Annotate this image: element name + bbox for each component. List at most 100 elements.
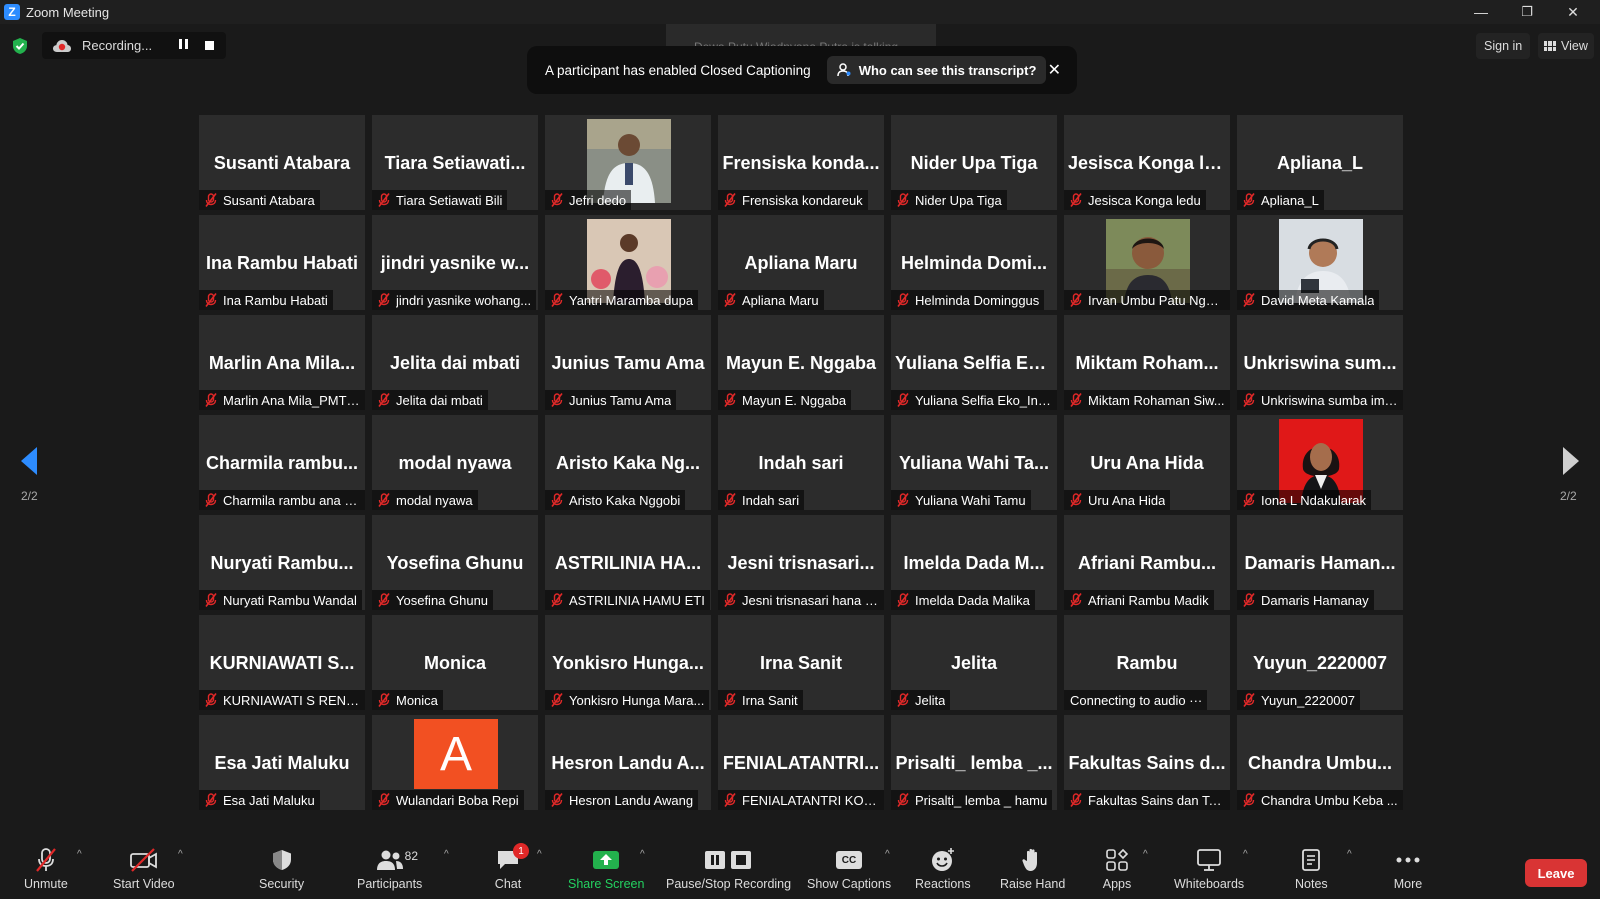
unmute-button[interactable]: Unmute bbox=[24, 847, 68, 891]
view-button[interactable]: View bbox=[1538, 33, 1594, 59]
audio-options-caret[interactable]: ^ bbox=[77, 849, 82, 860]
pause-recording-button[interactable] bbox=[176, 39, 190, 52]
notes-options-caret[interactable]: ^ bbox=[1347, 849, 1352, 860]
muted-mic-icon bbox=[897, 693, 909, 707]
share-options-caret[interactable]: ^ bbox=[640, 849, 645, 860]
participant-tile[interactable]: Uru Ana Hida Uru Ana Hida bbox=[1064, 415, 1230, 510]
participant-tile[interactable]: modal nyawa modal nyawa bbox=[372, 415, 538, 510]
participant-tile[interactable]: Nider Upa Tiga Nider Upa Tiga bbox=[891, 115, 1057, 210]
participant-tile[interactable]: Hesron Landu A... Hesron Landu Awang bbox=[545, 715, 711, 810]
participant-tile[interactable]: Jesni trisnasari... Jesni trisnasari hana… bbox=[718, 515, 884, 610]
participant-tile[interactable]: Charmila rambu... Charmila rambu ana a... bbox=[199, 415, 365, 510]
participant-tile[interactable]: Yuliana Selfia Ek... Yuliana Selfia Eko_I… bbox=[891, 315, 1057, 410]
close-icon[interactable]: ✕ bbox=[1048, 60, 1061, 80]
participant-tile[interactable]: Miktam Roham... Miktam Rohaman Siw... bbox=[1064, 315, 1230, 410]
encryption-shield-icon[interactable] bbox=[12, 37, 28, 55]
participant-tile[interactable]: Aristo Kaka Ng... Aristo Kaka Nggobi bbox=[545, 415, 711, 510]
more-button[interactable]: More bbox=[1393, 847, 1423, 891]
participant-name-label: Chandra Umbu Keba ... bbox=[1237, 790, 1403, 810]
participant-tile[interactable]: Unkriswina sum... Unkriswina sumba ima... bbox=[1237, 315, 1403, 410]
participant-display-name: Junius Tamu Ama bbox=[551, 353, 705, 373]
whiteboards-options-caret[interactable]: ^ bbox=[1243, 849, 1248, 860]
apps-options-caret[interactable]: ^ bbox=[1143, 849, 1148, 860]
participant-tile[interactable]: Jelita dai mbati Jelita dai mbati bbox=[372, 315, 538, 410]
whiteboards-button[interactable]: Whiteboards bbox=[1174, 847, 1244, 891]
participant-name-text: Iona L Ndakularak bbox=[1261, 492, 1367, 508]
participant-display-name: Frensiska konda... bbox=[722, 153, 880, 173]
participant-tile[interactable]: ASTRILINIA HA... ASTRILINIA HAMU ETI bbox=[545, 515, 711, 610]
participant-tile[interactable]: Yonkisro Hunga... Yonkisro Hunga Mara... bbox=[545, 615, 711, 710]
participant-tile[interactable]: KURNIAWATI S... KURNIAWATI S RENGG... bbox=[199, 615, 365, 710]
participant-tile[interactable]: Marlin Ana Mila... Marlin Ana Mila_PMT21 bbox=[199, 315, 365, 410]
previous-page-arrow-icon[interactable] bbox=[20, 446, 38, 476]
pause-stop-recording-button[interactable]: Pause/Stop Recording bbox=[666, 847, 791, 891]
participant-tile[interactable]: Prisalti_ lemba _... Prisalti_ lemba _ ha… bbox=[891, 715, 1057, 810]
participant-tile[interactable]: Susanti Atabara Susanti Atabara bbox=[199, 115, 365, 210]
participant-tile[interactable]: Mayun E. Nggaba Mayun E. Nggaba bbox=[718, 315, 884, 410]
muted-mic-icon bbox=[724, 293, 736, 307]
pause-stop-recording-icon bbox=[704, 851, 751, 869]
view-label: View bbox=[1561, 39, 1588, 53]
participant-tile[interactable]: Fakultas Sains d... Fakultas Sains dan Te… bbox=[1064, 715, 1230, 810]
participant-tile[interactable]: Damaris Haman... Damaris Hamanay bbox=[1237, 515, 1403, 610]
share-screen-button[interactable]: Share Screen bbox=[568, 847, 644, 891]
chat-button[interactable]: 1 Chat bbox=[493, 843, 529, 891]
participant-tile[interactable]: Irna Sanit Irna Sanit bbox=[718, 615, 884, 710]
participant-tile[interactable]: Afriani Rambu... Afriani Rambu Madik bbox=[1064, 515, 1230, 610]
participant-tile[interactable]: Iona L Ndakularak bbox=[1237, 415, 1403, 510]
participant-tile[interactable]: FENIALATANTRI... FENIALATANTRI KOND... bbox=[718, 715, 884, 810]
apps-button[interactable]: Apps bbox=[1102, 847, 1132, 891]
participant-tile[interactable]: Irvan Umbu Patu Ngun... bbox=[1064, 215, 1230, 310]
restore-button[interactable]: ❐ bbox=[1504, 0, 1550, 24]
notes-button[interactable]: Notes bbox=[1295, 847, 1328, 891]
participant-tile[interactable]: Apliana_L Apliana_L bbox=[1237, 115, 1403, 210]
closed-captions-icon: CC bbox=[836, 851, 863, 869]
participant-tile[interactable]: Apliana Maru Apliana Maru bbox=[718, 215, 884, 310]
participant-tile[interactable]: Yantri Maramba dupa bbox=[545, 215, 711, 310]
participant-tile[interactable]: Esa Jati Maluku Esa Jati Maluku bbox=[199, 715, 365, 810]
participants-options-caret[interactable]: ^ bbox=[444, 849, 449, 860]
participant-tile[interactable]: Indah sari Indah sari bbox=[718, 415, 884, 510]
muted-mic-icon bbox=[205, 293, 217, 307]
recording-indicator: Recording... bbox=[42, 32, 226, 59]
participant-name-label: Monica bbox=[372, 690, 443, 710]
participant-tile[interactable]: Jelita Jelita bbox=[891, 615, 1057, 710]
participant-name-label: Yuyun_2220007 bbox=[1237, 690, 1360, 710]
participant-tile[interactable]: Yuyun_2220007 Yuyun_2220007 bbox=[1237, 615, 1403, 710]
participant-tile[interactable]: David Meta Kamala bbox=[1237, 215, 1403, 310]
participant-tile[interactable]: jindri yasnike w... jindri yasnike wohang… bbox=[372, 215, 538, 310]
participant-tile[interactable]: Chandra Umbu... Chandra Umbu Keba ... bbox=[1237, 715, 1403, 810]
security-button[interactable]: Security bbox=[259, 847, 304, 891]
participant-tile[interactable]: Yosefina Ghunu Yosefina Ghunu bbox=[372, 515, 538, 610]
participant-tile[interactable]: Helminda Domi... Helminda Dominggus bbox=[891, 215, 1057, 310]
leave-button[interactable]: Leave bbox=[1525, 859, 1587, 887]
participant-tile[interactable]: Tiara Setiawati... Tiara Setiawati Bili bbox=[372, 115, 538, 210]
participant-tile[interactable]: Imelda Dada M... Imelda Dada Malika bbox=[891, 515, 1057, 610]
participant-tile[interactable]: Junius Tamu Ama Junius Tamu Ama bbox=[545, 315, 711, 410]
participant-name-text: KURNIAWATI S RENGG... bbox=[223, 692, 360, 708]
who-can-see-transcript-button[interactable]: Who can see this transcript? bbox=[826, 56, 1047, 84]
start-video-button[interactable]: Start Video bbox=[113, 847, 175, 891]
video-options-caret[interactable]: ^ bbox=[178, 849, 183, 860]
participant-tile[interactable]: Yuliana Wahi Ta... Yuliana Wahi Tamu bbox=[891, 415, 1057, 510]
stop-recording-button[interactable] bbox=[205, 41, 214, 50]
participant-tile[interactable]: Jesisca Konga le... Jesisca Konga ledu bbox=[1064, 115, 1230, 210]
sign-in-button[interactable]: Sign in bbox=[1476, 33, 1531, 59]
captions-options-caret[interactable]: ^ bbox=[885, 849, 890, 860]
chat-options-caret[interactable]: ^ bbox=[537, 849, 542, 860]
participant-tile[interactable]: Jefri dedo bbox=[545, 115, 711, 210]
raise-hand-button[interactable]: Raise Hand bbox=[1000, 847, 1065, 891]
participant-display-name: Hesron Landu A... bbox=[551, 753, 705, 773]
participant-tile[interactable]: Nuryati Rambu... Nuryati Rambu Wandal bbox=[199, 515, 365, 610]
minimize-button[interactable]: — bbox=[1458, 0, 1504, 24]
participant-tile[interactable]: Rambu Connecting to audio ··· bbox=[1064, 615, 1230, 710]
next-page-arrow-icon[interactable] bbox=[1562, 446, 1580, 476]
participant-tile[interactable]: A Wulandari Boba Repi bbox=[372, 715, 538, 810]
participant-tile[interactable]: Ina Rambu Habati Ina Rambu Habati bbox=[199, 215, 365, 310]
reactions-button[interactable]: Reactions bbox=[915, 847, 971, 891]
participant-tile[interactable]: Frensiska konda... Frensiska kondareuk bbox=[718, 115, 884, 210]
participant-tile[interactable]: Monica Monica bbox=[372, 615, 538, 710]
close-button[interactable]: ✕ bbox=[1550, 0, 1596, 24]
show-captions-button[interactable]: CC Show Captions bbox=[807, 847, 891, 891]
participants-button[interactable]: 82 Participants bbox=[357, 847, 422, 891]
